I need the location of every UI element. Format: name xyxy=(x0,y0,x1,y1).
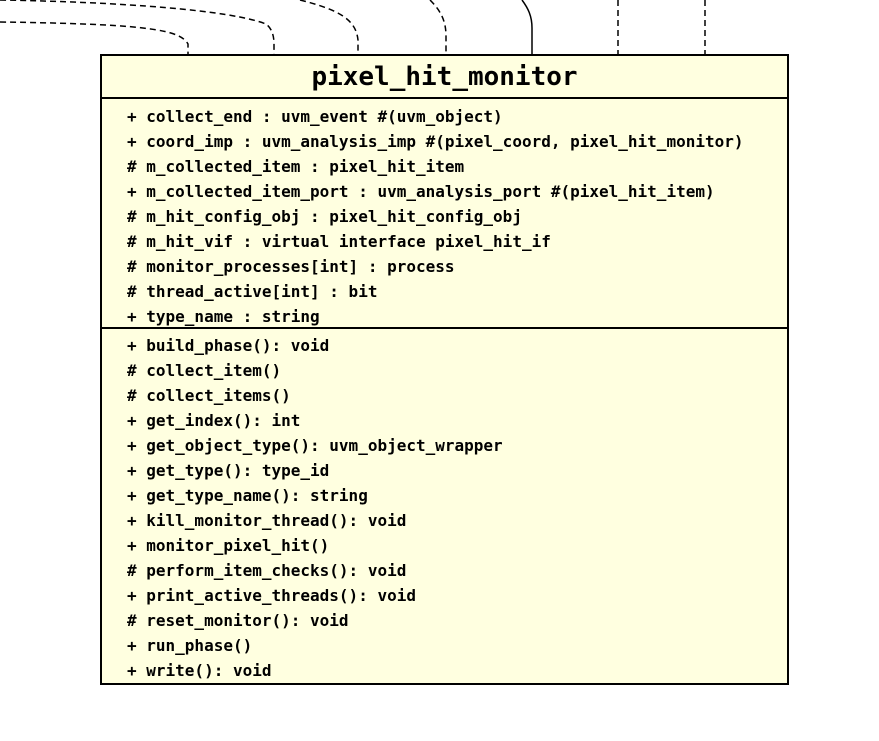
uml-class-box: pixel_hit_monitor + collect_end : uvm_ev… xyxy=(100,54,789,685)
dashed-connector xyxy=(429,0,447,54)
attribute-row: # m_hit_config_obj : pixel_hit_config_ob… xyxy=(127,207,522,226)
attribute-row: + m_collected_item_port : uvm_analysis_p… xyxy=(127,182,715,201)
attribute-row: # thread_active[int] : bit xyxy=(127,282,378,301)
attribute-row: # m_hit_vif : virtual interface pixel_hi… xyxy=(127,232,551,251)
operation-row: + get_object_type(): uvm_object_wrapper xyxy=(127,436,503,455)
operation-row: + build_phase(): void xyxy=(127,336,330,355)
dashed-connector xyxy=(0,0,275,54)
attribute-row: # m_collected_item : pixel_hit_item xyxy=(127,157,465,176)
attribute-row: + collect_end : uvm_event #(uvm_object) xyxy=(127,107,503,126)
operations-section: + build_phase(): void # collect_item() #… xyxy=(102,329,787,683)
operation-row: + run_phase() xyxy=(127,636,253,655)
operation-row: # collect_item() xyxy=(127,361,282,380)
operation-row: + get_type_name(): string xyxy=(127,486,368,505)
attribute-row: + type_name : string xyxy=(127,307,320,326)
operation-row: + print_active_threads(): void xyxy=(127,586,416,605)
operation-row: # perform_item_checks(): void xyxy=(127,561,407,580)
attributes-section: + collect_end : uvm_event #(uvm_object) … xyxy=(102,99,787,329)
dashed-connector xyxy=(299,0,359,54)
operation-row: + monitor_pixel_hit() xyxy=(127,536,330,555)
operation-row: + write(): void xyxy=(127,661,272,680)
attribute-row: # monitor_processes[int] : process xyxy=(127,257,455,276)
operation-row: + kill_monitor_thread(): void xyxy=(127,511,407,530)
dashed-connector xyxy=(0,21,189,54)
solid-connector xyxy=(521,0,533,54)
class-name: pixel_hit_monitor xyxy=(102,56,787,99)
operation-row: # collect_items() xyxy=(127,386,291,405)
attribute-row: + coord_imp : uvm_analysis_imp #(pixel_c… xyxy=(127,132,744,151)
operation-row: # reset_monitor(): void xyxy=(127,611,349,630)
operation-row: + get_index(): int xyxy=(127,411,301,430)
operation-row: + get_type(): type_id xyxy=(127,461,330,480)
